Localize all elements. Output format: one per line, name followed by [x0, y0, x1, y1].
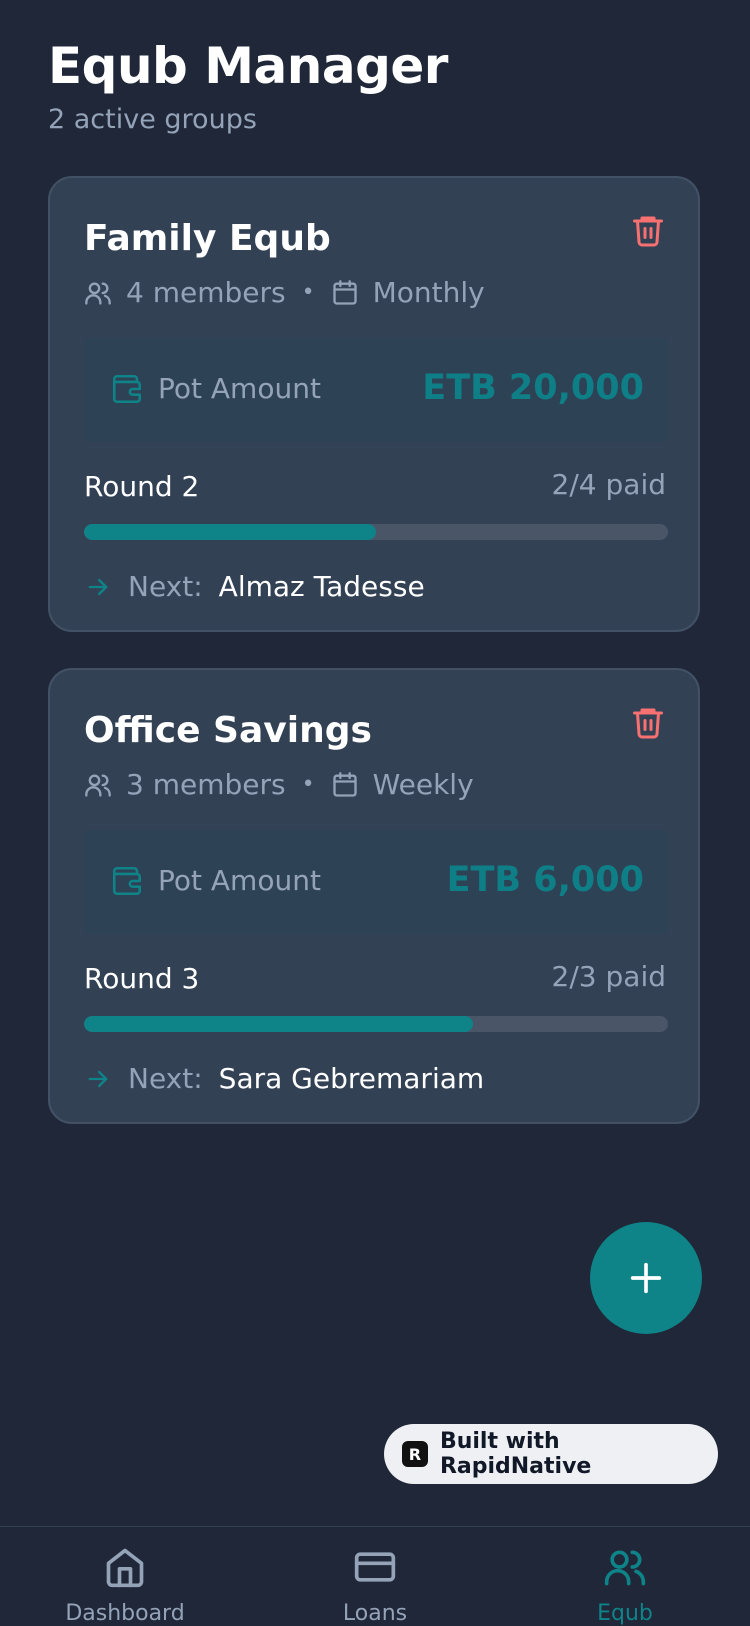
built-with-label: Built with RapidNative [439, 1429, 592, 1479]
progress-fill [84, 524, 376, 540]
pot-box: Pot Amount ETB 6,000 [84, 830, 668, 934]
add-group-button[interactable] [590, 1222, 702, 1334]
pot-amount: ETB 6,000 [446, 860, 644, 900]
round-label: Round 3 [84, 962, 200, 995]
trash-icon[interactable] [630, 704, 666, 740]
nav-item-loans[interactable]: Loans [295, 1545, 455, 1626]
next-recipient: Next: Sara Gebremariam [84, 1062, 484, 1095]
users-icon [604, 1550, 646, 1586]
home-icon [106, 1548, 144, 1588]
wallet-icon [112, 374, 142, 404]
plus-icon [630, 1262, 662, 1294]
arrow-right-icon [88, 578, 108, 595]
frequency: Weekly [372, 768, 474, 801]
paid-count: 2/4 paid [551, 468, 666, 501]
nav-label: Loans [342, 1601, 408, 1626]
pot-amount: ETB 20,000 [422, 368, 644, 408]
group-name: Family Equb [84, 218, 331, 259]
built-with-badge[interactable]: R Built with RapidNative [384, 1424, 718, 1484]
progress-bar [84, 524, 668, 540]
progress-fill [84, 1016, 474, 1032]
page-title: Equb Manager [48, 37, 448, 95]
nav-item-dashboard[interactable]: Dashboard [45, 1545, 205, 1626]
round-label: Round 2 [84, 470, 200, 503]
next-label: Next: [128, 1062, 203, 1095]
nav-item-equb[interactable]: Equb [545, 1545, 705, 1626]
group-card[interactable]: Family Equb 4 members • Monthly Pot Amou… [48, 176, 700, 632]
nav-label: Equb [597, 1601, 653, 1626]
users-icon [85, 774, 111, 797]
next-label: Next: [128, 570, 203, 603]
next-name: Almaz Tadesse [218, 570, 425, 603]
next-recipient: Next: Almaz Tadesse [84, 570, 425, 603]
pot-box: Pot Amount ETB 20,000 [84, 338, 668, 442]
users-icon [85, 282, 111, 305]
trash-icon[interactable] [630, 212, 666, 248]
paid-count: 2/3 paid [551, 960, 666, 993]
next-name: Sara Gebremariam [218, 1062, 485, 1095]
group-meta: 4 members • Monthly [84, 276, 485, 309]
progress-bar [84, 1016, 668, 1032]
page-header: Equb Manager 2 active groups [48, 36, 448, 135]
group-name: Office Savings [84, 710, 372, 751]
wallet-icon [112, 866, 142, 896]
calendar-icon [332, 771, 357, 797]
arrow-right-icon [88, 1070, 108, 1087]
bottom-nav: Dashboard Loans Equb [0, 1526, 750, 1626]
pot-label: Pot Amount [158, 372, 321, 405]
member-count: 4 members [126, 276, 286, 309]
page-subtitle: 2 active groups [48, 104, 257, 135]
frequency: Monthly [372, 276, 485, 309]
separator-dot: • [301, 772, 315, 797]
calendar-icon [332, 279, 357, 305]
group-meta: 3 members • Weekly [84, 768, 474, 801]
rapidnative-logo-icon: R [402, 1441, 428, 1467]
nav-label: Dashboard [65, 1601, 185, 1626]
pot-label: Pot Amount [158, 864, 321, 897]
credit-card-icon [354, 1552, 396, 1582]
separator-dot: • [301, 280, 315, 305]
group-card[interactable]: Office Savings 3 members • Weekly Pot Am… [48, 668, 700, 1124]
member-count: 3 members [126, 768, 286, 801]
